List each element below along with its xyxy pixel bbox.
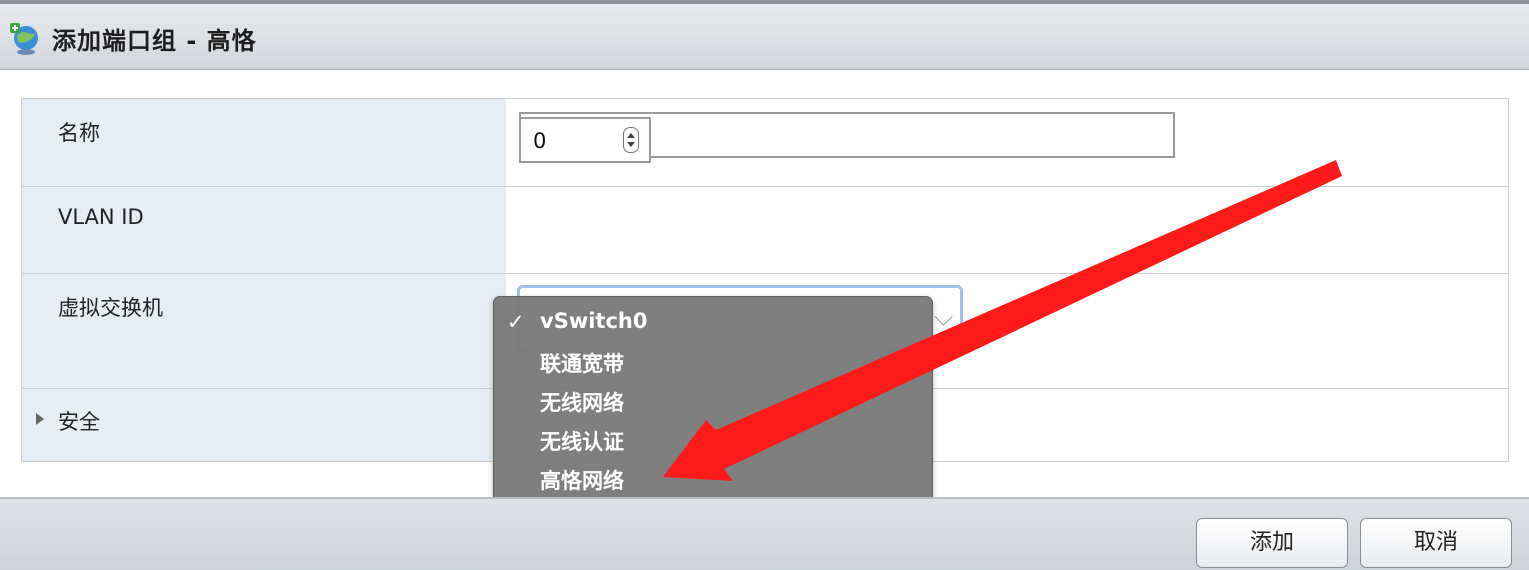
cancel-button[interactable]: 取消	[1360, 518, 1512, 568]
value-cell	[506, 187, 1508, 273]
dropdown-option[interactable]: 无线认证	[540, 426, 624, 456]
vswitch-dropdown-menu[interactable]: ✓ vSwitch0 联通宽带 无线网络 无线认证 高恪网络	[493, 296, 933, 512]
form-row-vlan: VLAN ID	[22, 187, 1508, 274]
vlan-id-stepper[interactable]: 0	[519, 117, 651, 163]
vlan-id-label: VLAN ID	[58, 205, 144, 229]
title-bar-top-edge	[0, 0, 1529, 4]
dropdown-option[interactable]: 高恪网络	[540, 465, 624, 495]
stepper-up-icon[interactable]	[627, 133, 635, 138]
dialog-title: 添加端口组 - 高恪	[52, 27, 257, 55]
checkmark-icon: ✓	[507, 310, 525, 334]
name-label: 名称	[58, 121, 100, 145]
vswitch-label: 虚拟交换机	[58, 296, 163, 320]
stepper-arrows-icon[interactable]	[623, 127, 639, 153]
add-button[interactable]: 添加	[1196, 518, 1348, 568]
security-label[interactable]: 安全	[58, 406, 100, 436]
vlan-id-value: 0	[533, 129, 547, 153]
dropdown-option[interactable]: vSwitch0	[540, 309, 647, 333]
dropdown-option[interactable]: 联通宽带	[540, 348, 624, 378]
dialog-title-bar: 添加端口组 - 高恪	[0, 0, 1529, 70]
dialog-footer: 添加 取消	[0, 497, 1529, 570]
network-globe-add-icon	[10, 23, 38, 55]
dropdown-option[interactable]: 无线网络	[540, 387, 624, 417]
stepper-down-icon[interactable]	[627, 142, 635, 147]
expand-caret-icon[interactable]	[36, 413, 44, 425]
chevron-down-icon	[934, 307, 953, 326]
